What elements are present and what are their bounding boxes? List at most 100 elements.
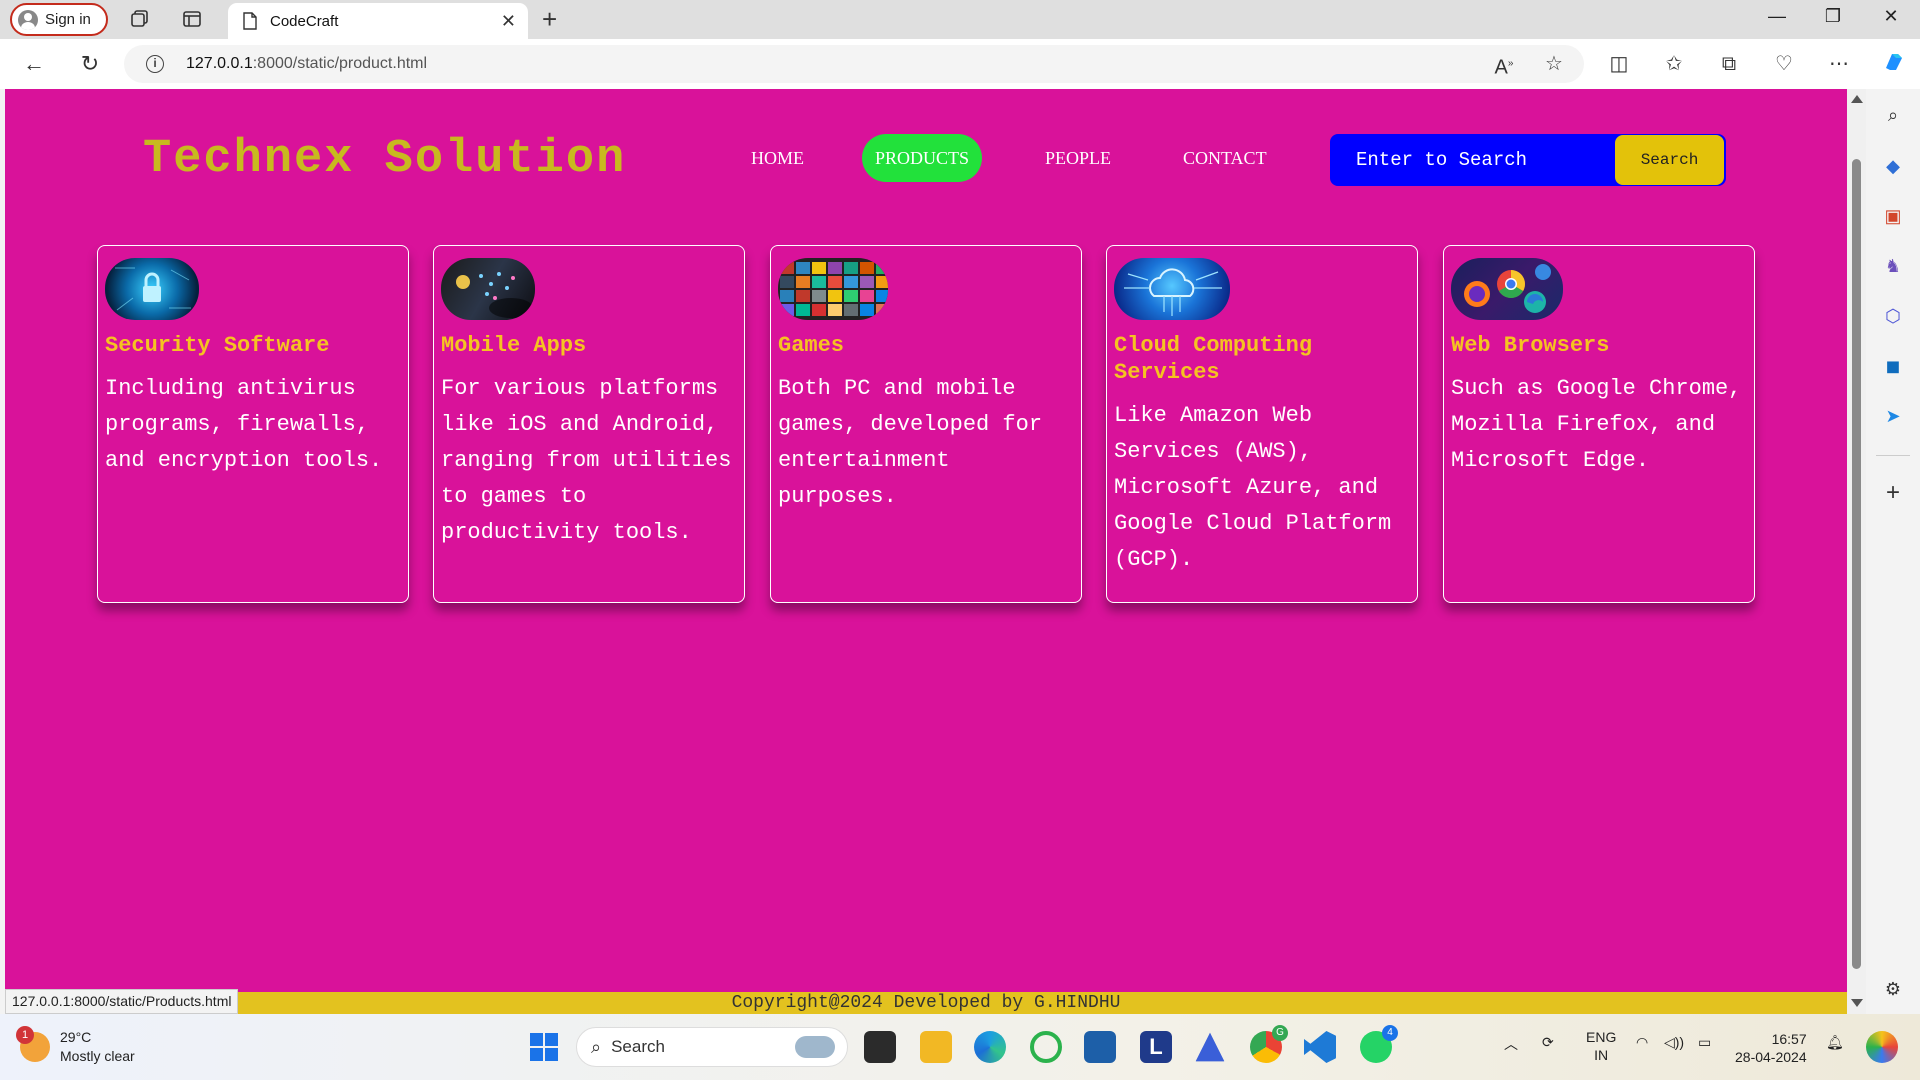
site-info-icon[interactable]: i [146,55,164,73]
task-view-icon[interactable] [864,1031,896,1063]
shopping-tag-icon[interactable]: ◆ [1881,154,1905,178]
product-title: Mobile Apps [441,333,587,358]
refresh-icon[interactable]: ↻ [76,50,104,78]
product-description: Including antivirus programs, firewalls,… [105,376,383,473]
chrome-icon[interactable]: G [1250,1025,1288,1063]
tab-codecraft[interactable]: CodeCraft ✕ [228,3,528,39]
volume-icon[interactable]: ◁)) [1664,1034,1684,1051]
microsoft-store-icon[interactable] [1084,1031,1116,1063]
language-top[interactable]: ENG [1586,1028,1616,1046]
product-title: Web Browsers [1451,333,1610,358]
browser-logos-image [1451,258,1563,320]
profile-icon [18,9,38,30]
tools-icon[interactable]: ▣ [1881,204,1905,228]
product-description: Such as Google Chrome, Mozilla Firefox, … [1451,376,1742,473]
scroll-up-icon[interactable] [1851,95,1863,103]
split-screen-icon[interactable]: ◫ [1605,50,1633,78]
copilot-m365-icon[interactable]: ⬡ [1881,304,1905,328]
link-status-bar: 127.0.0.1:8000/static/Products.html [5,989,239,1014]
read-aloud-icon[interactable]: A» [1490,50,1518,79]
weather-badge: 1 [16,1026,34,1044]
cloud-circuit-image [1114,258,1230,320]
add-icon[interactable]: + [1881,481,1905,505]
wifi-icon[interactable]: ◠ [1636,1034,1648,1051]
file-explorer-icon[interactable] [920,1031,952,1063]
battery-icon[interactable]: ▭ [1698,1034,1711,1051]
start-windows-icon[interactable] [528,1031,560,1063]
url-path: :8000/static/product.html [252,55,428,72]
vscode-icon[interactable] [1304,1031,1336,1063]
workspaces-icon[interactable] [128,8,152,32]
product-description: For various platforms like iOS and Andro… [441,376,732,545]
tab-title: CodeCraft [270,12,339,30]
sidebar-divider [1876,455,1910,456]
clock[interactable]: 16:57 28-04-2024 [1735,1030,1807,1066]
product-description: Like Amazon Web Services (AWS), Microsof… [1114,403,1392,572]
whatsapp-icon[interactable]: 4 [1360,1025,1398,1063]
sign-in-label: Sign in [45,11,91,28]
product-card: Security Software Including antivirus pr… [97,245,409,603]
search-box: Search [1330,134,1726,186]
copilot-icon[interactable] [1880,50,1908,78]
tab-actions-icon[interactable] [180,8,204,32]
weather-desc: Mostly clear [60,1048,135,1064]
browser-essentials-icon[interactable]: ♡ [1770,50,1798,78]
product-description: Both PC and mobile games, developed for … [778,376,1043,509]
whatsapp-badge: 4 [1382,1025,1398,1041]
refresh-app-icon[interactable] [1030,1031,1062,1063]
page-scrollbar[interactable] [1847,89,1866,1014]
nav-products[interactable]: PRODUCTS [862,134,983,182]
favorites-icon[interactable]: ✩ [1660,50,1688,78]
games-icon[interactable]: ♞ [1881,254,1905,278]
page-icon [243,12,257,30]
search-icon[interactable]: ⌕ [1881,103,1905,127]
sync-icon[interactable]: ⟳ [1542,1034,1554,1051]
scroll-thumb[interactable] [1852,159,1861,969]
copilot-pre-icon[interactable] [1866,1031,1898,1063]
product-card: Cloud Computing Services Like Amazon Web… [1106,245,1418,603]
scroll-down-icon[interactable] [1851,999,1863,1007]
edge-browser-icon[interactable] [974,1031,1006,1063]
nav-home[interactable]: HOME [738,134,817,182]
new-tab-icon[interactable]: + [542,4,557,35]
language-bottom[interactable]: IN [1586,1046,1616,1064]
arc-app-icon[interactable] [1195,1032,1225,1062]
product-card: Web Browsers Such as Google Chrome, Mozi… [1443,245,1755,603]
restore-icon[interactable]: ❐ [1818,6,1848,27]
search-button[interactable]: Search [1615,135,1724,185]
l-app-icon[interactable]: L [1140,1031,1172,1063]
show-hidden-icons-icon[interactable]: ︿ [1504,1034,1518,1054]
weather-widget[interactable]: 1 29°C Mostly clear [16,1026,135,1066]
nav-people[interactable]: PEOPLE [1032,134,1124,182]
notifications-bell-icon[interactable]: 🔔︎ [1826,1034,1844,1051]
settings-gear-icon[interactable]: ⚙ [1881,977,1905,1001]
mobile-apps-image [441,258,535,320]
nav-contact[interactable]: CONTACT [1170,134,1280,182]
collections-icon[interactable]: ⧉ [1715,50,1743,78]
search-input[interactable] [1330,134,1615,186]
taskbar-search[interactable]: ⌕ Search [576,1027,848,1067]
page-footer: Copyright@2024 Developed by G.HINDHU [5,992,1847,1014]
address-bar-row: ← ↻ i 127.0.0.1 :8000/static/product.htm… [0,39,1920,89]
close-tab-icon[interactable]: ✕ [501,11,516,32]
weather-sun-icon: 1 [16,1026,50,1062]
minimize-icon[interactable]: — [1762,6,1792,27]
product-title: Games [778,333,845,358]
brand-title: Technex Solution [143,133,627,186]
url-field[interactable]: i 127.0.0.1 :8000/static/product.html [124,45,1584,83]
product-title: Cloud Computing Services [1114,333,1313,385]
back-icon[interactable]: ← [20,50,48,78]
send-icon[interactable]: ➤ [1881,404,1905,428]
favorite-star-icon[interactable]: ☆ [1540,50,1568,78]
weather-temp: 29°C [60,1029,92,1045]
clock-date: 28-04-2024 [1735,1049,1807,1065]
search-icon: ⌕ [591,1036,602,1057]
product-card: Games Both PC and mobile games, develope… [770,245,1082,603]
outlook-icon[interactable]: ◼ [1881,354,1905,378]
product-title: Security Software [105,333,330,358]
sign-in-button[interactable]: Sign in [10,3,108,36]
close-window-icon[interactable]: ✕ [1876,6,1906,27]
taskbar-search-label: Search [611,1037,665,1056]
more-options-icon[interactable]: ⋯ [1825,50,1853,78]
page-viewport: Technex Solution HOME PRODUCTS PEOPLE CO… [5,89,1847,1014]
